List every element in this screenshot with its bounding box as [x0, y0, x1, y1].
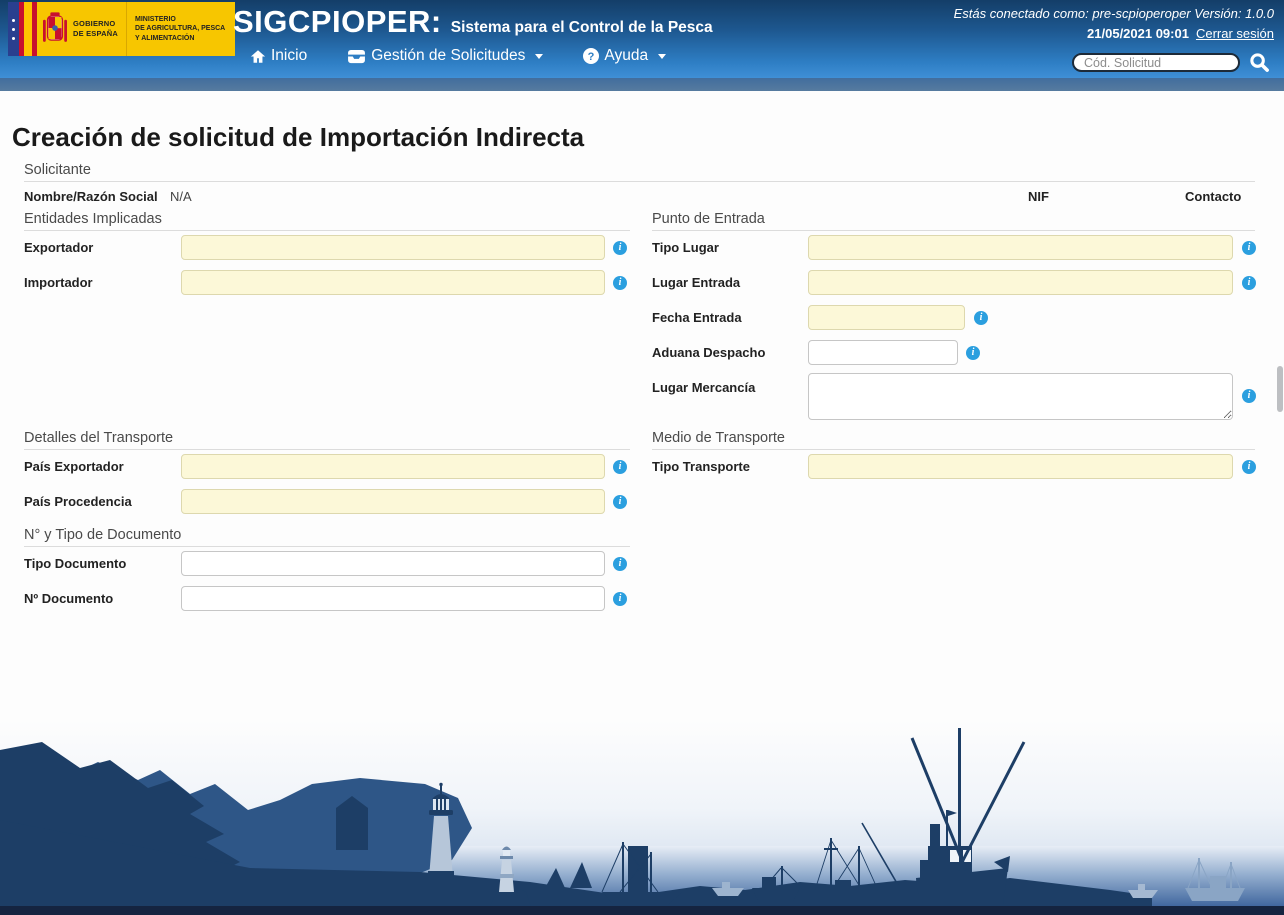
tipo-documento-label: Tipo Documento	[24, 556, 127, 571]
info-icon[interactable]: i	[1242, 241, 1256, 255]
info-icon[interactable]: i	[1242, 460, 1256, 474]
search-input[interactable]	[1072, 53, 1240, 72]
fecha-entrada-label: Fecha Entrada	[652, 310, 742, 325]
app-title: SIGCPIOPER: Sistema para el Control de l…	[233, 4, 713, 40]
info-icon[interactable]: i	[1242, 389, 1256, 403]
lugar-entrada-input[interactable]	[808, 270, 1233, 295]
page-title: Creación de solicitud de Importación Ind…	[12, 122, 585, 152]
section-solicitante: Solicitante	[24, 162, 1255, 182]
nif-label: NIF	[1028, 189, 1049, 204]
info-icon[interactable]: i	[613, 592, 627, 606]
ministerio-text: MINISTERIO DE AGRICULTURA, PESCA Y ALIME…	[126, 2, 236, 56]
session-datetime: 21/05/2021 09:01	[1087, 26, 1189, 42]
gobierno-espana-logo[interactable]: GOBIERNO DE ESPAÑA MINISTERIO DE AGRICUL…	[8, 2, 236, 56]
gobierno-text: GOBIERNO DE ESPAÑA	[73, 19, 119, 38]
svg-text:?: ?	[588, 51, 595, 63]
importador-input[interactable]	[181, 270, 605, 295]
scrollbar-thumb[interactable]	[1277, 366, 1283, 412]
section-medio-transporte: Medio de Transporte	[652, 430, 1255, 450]
logout-link[interactable]: Cerrar sesión	[1196, 26, 1274, 41]
sigcpioper-app: GOBIERNO DE ESPAÑA MINISTERIO DE AGRICUL…	[0, 0, 1284, 915]
tipo-transporte-input[interactable]	[808, 454, 1233, 479]
info-icon[interactable]: i	[974, 311, 988, 325]
inbox-icon	[347, 49, 366, 64]
pais-procedencia-input[interactable]	[181, 489, 605, 514]
chevron-down-icon	[658, 53, 667, 59]
connected-as-text: Estás conectado como: pre-scpioperoper V…	[953, 6, 1274, 21]
lugar-mercancia-label: Lugar Mercancía	[652, 380, 756, 395]
help-icon: ?	[583, 48, 600, 64]
sea-floor-bar	[0, 906, 1284, 915]
contacto-label: Contacto	[1185, 189, 1242, 204]
session-info: Estás conectado como: pre-scpioperoper V…	[954, 4, 1274, 44]
nombre-razon-social-value: N/A	[170, 189, 192, 204]
section-punto-de-entrada: Punto de Entrada	[652, 211, 1255, 231]
tipo-lugar-input[interactable]	[808, 235, 1233, 260]
app-tagline: Sistema para el Control de la Pesca	[450, 19, 713, 36]
aduana-despacho-label: Aduana Despacho	[652, 345, 766, 360]
search-icon[interactable]	[1249, 52, 1270, 73]
header-bottom-strip	[0, 78, 1284, 91]
info-icon[interactable]: i	[966, 346, 980, 360]
section-entidades-implicadas: Entidades Implicadas	[24, 211, 630, 231]
escudo-espana-icon	[43, 12, 67, 42]
info-icon[interactable]: i	[613, 276, 627, 290]
num-documento-input[interactable]	[181, 586, 605, 611]
gobierno-block: GOBIERNO DE ESPAÑA	[37, 2, 127, 56]
info-icon[interactable]: i	[613, 460, 627, 474]
aduana-despacho-input[interactable]	[808, 340, 958, 365]
lugar-entrada-label: Lugar Entrada	[652, 275, 741, 290]
app-name: SIGCPIOPER:	[233, 4, 442, 39]
exportador-label: Exportador	[24, 240, 94, 255]
tipo-transporte-label: Tipo Transporte	[652, 459, 750, 474]
home-icon	[250, 49, 266, 64]
chevron-down-icon	[535, 53, 544, 59]
num-documento-label: Nº Documento	[24, 591, 114, 606]
app-header: GOBIERNO DE ESPAÑA MINISTERIO DE AGRICUL…	[0, 0, 1284, 78]
info-icon[interactable]: i	[613, 557, 627, 571]
exportador-input[interactable]	[181, 235, 605, 260]
info-icon[interactable]: i	[1242, 276, 1256, 290]
spain-flag-icon	[8, 2, 37, 56]
pais-exportador-label: País Exportador	[24, 459, 124, 474]
coastal-silhouette-illustration	[0, 728, 1284, 915]
nav-item-gestion-solicitudes[interactable]: Gestión de Solicitudes	[347, 47, 544, 65]
info-icon[interactable]: i	[613, 495, 627, 509]
fecha-entrada-input[interactable]	[808, 305, 965, 330]
solicitud-search	[1072, 52, 1270, 73]
pais-exportador-input[interactable]	[181, 454, 605, 479]
main-nav: Inicio Gestión de Solicitudes ? Ayuda	[250, 47, 667, 65]
footer-illustration	[0, 720, 1284, 915]
nombre-razon-social-label: Nombre/Razón Social	[24, 189, 158, 204]
pais-procedencia-label: País Procedencia	[24, 494, 132, 509]
section-detalles-transporte: Detalles del Transporte	[24, 430, 630, 450]
section-num-tipo-documento: N° y Tipo de Documento	[24, 527, 630, 547]
nav-item-inicio[interactable]: Inicio	[250, 47, 307, 65]
lugar-mercancia-textarea[interactable]	[808, 373, 1233, 420]
importador-label: Importador	[24, 275, 93, 290]
info-icon[interactable]: i	[613, 241, 627, 255]
nav-item-ayuda[interactable]: ? Ayuda	[583, 47, 667, 65]
tipo-documento-input[interactable]	[181, 551, 605, 576]
tipo-lugar-label: Tipo Lugar	[652, 240, 719, 255]
